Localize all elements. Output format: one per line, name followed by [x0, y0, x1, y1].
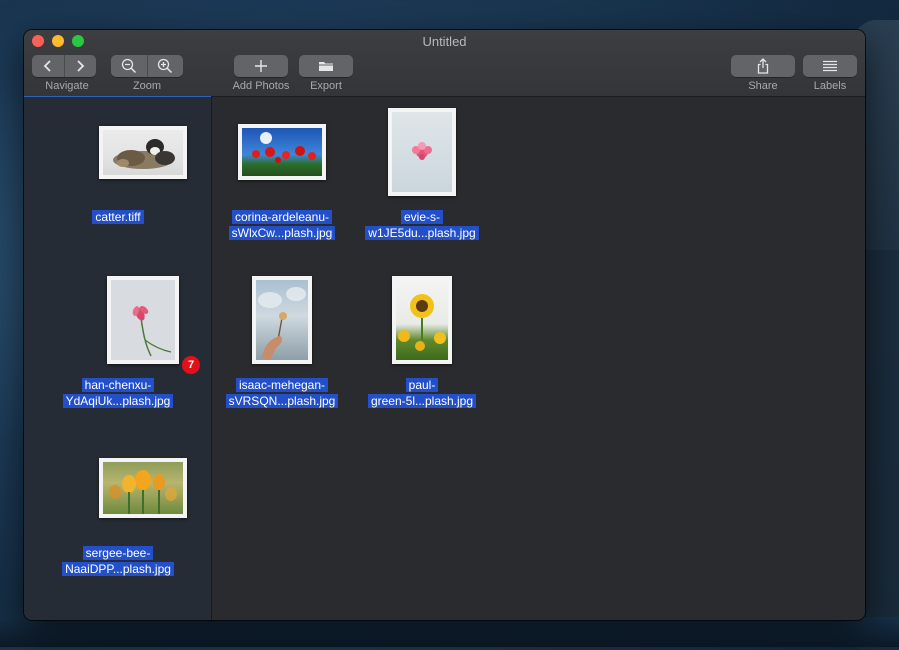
add-photos-label: Add Photos	[232, 80, 290, 92]
thumbnail[interactable]	[99, 126, 187, 179]
red-poppies-sky-photo	[242, 128, 322, 176]
navigate-control	[32, 55, 96, 77]
chevron-left-icon	[43, 60, 51, 72]
caption-text-line1: han-chenxu-	[81, 378, 155, 392]
caption-text-line2: sWlxCw...plash.jpg	[228, 226, 336, 240]
caption-text-line2: YdAqiUk...plash.jpg	[62, 394, 174, 408]
list-icon	[823, 60, 837, 72]
folder-icon	[319, 62, 333, 71]
forward-button[interactable]	[63, 55, 97, 77]
thumbnail[interactable]	[238, 124, 326, 180]
zoom-in-icon	[158, 58, 173, 74]
sidebar-item-han-chenxu[interactable]: 7 han-chenxu- YdAqiUk...plash.jpg	[24, 257, 211, 427]
add-photos-button[interactable]	[234, 55, 288, 77]
caption-text-line1: corina-ardeleanu-	[231, 210, 333, 224]
zoom-out-icon	[121, 58, 136, 74]
hand-holding-flower-photo	[256, 280, 308, 360]
thumbnail[interactable]	[252, 276, 312, 364]
cats-photo	[103, 130, 183, 175]
export-label: Export	[310, 80, 342, 92]
item-caption: isaac-mehegan- sVRSQN...plash.jpg	[202, 377, 362, 409]
share-label: Share	[748, 80, 778, 92]
labels-button[interactable]	[803, 55, 857, 77]
item-caption: evie-s- w1JE5du...plash.jpg	[342, 209, 502, 241]
navigate-label: Navigate	[45, 80, 89, 92]
caption-text-line1: paul-	[405, 378, 439, 392]
caption-text-line1: evie-s-	[400, 210, 443, 224]
orange-tulips-photo	[103, 462, 183, 514]
window-title: Untitled	[422, 34, 467, 49]
chevron-right-icon	[77, 60, 85, 72]
sidebar: catter.tiff 7 han-chenxu- YdAqiUk...plas…	[24, 97, 212, 620]
zoom-control	[111, 55, 183, 77]
item-caption: corina-ardeleanu- sWlxCw...plash.jpg	[202, 209, 362, 241]
caption-text-line2: w1JE5du...plash.jpg	[365, 226, 479, 240]
thumbnail[interactable]	[392, 276, 452, 364]
zoom-label: Zoom	[132, 80, 162, 92]
app-window: Untitled Navigate Zoom Add Photos Export…	[24, 30, 865, 620]
plus-icon	[255, 60, 267, 72]
share-button[interactable]	[731, 55, 795, 77]
caption-text: catter.tiff	[92, 210, 144, 224]
thumbnail[interactable]	[388, 108, 456, 196]
sidebar-item-catter[interactable]: catter.tiff	[24, 97, 211, 257]
thumbnail[interactable]	[107, 276, 179, 364]
pink-flower-sky-photo	[392, 112, 452, 192]
grid-item-corina-ardeleanu[interactable]: corina-ardeleanu- sWlxCw...plash.jpg	[212, 97, 352, 257]
caption-text-line2: sVRSQN...plash.jpg	[225, 394, 339, 408]
item-caption: catter.tiff	[38, 209, 198, 225]
export-button[interactable]	[299, 55, 353, 77]
item-caption: han-chenxu- YdAqiUk...plash.jpg	[38, 377, 198, 409]
back-button[interactable]	[32, 55, 64, 77]
pink-flower-stem-photo	[111, 280, 175, 360]
toolbar: Untitled Navigate Zoom Add Photos Export…	[24, 30, 865, 97]
sidebar-item-sergee-bee[interactable]: sergee-bee- NaaiDPP...plash.jpg	[24, 427, 211, 597]
sunflowers-photo	[396, 280, 448, 360]
share-icon	[757, 58, 769, 74]
grid-item-paul-green[interactable]: paul- green-5l...plash.jpg	[352, 267, 492, 437]
thumbnail[interactable]	[99, 458, 187, 518]
zoom-out-button[interactable]	[111, 55, 147, 77]
caption-text-line1: sergee-bee-	[82, 546, 154, 560]
item-caption: sergee-bee- NaaiDPP...plash.jpg	[38, 545, 198, 577]
grid-item-evie-s[interactable]: evie-s- w1JE5du...plash.jpg	[352, 97, 492, 257]
zoom-in-button[interactable]	[146, 55, 184, 77]
wallpaper-water	[0, 617, 899, 647]
photo-grid: corina-ardeleanu- sWlxCw...plash.jpg evi…	[212, 97, 865, 620]
item-caption: paul- green-5l...plash.jpg	[342, 377, 502, 409]
label-count-badge: 7	[182, 356, 200, 374]
caption-text-line2: green-5l...plash.jpg	[367, 394, 477, 408]
caption-text-line2: NaaiDPP...plash.jpg	[62, 562, 174, 576]
caption-text-line1: isaac-mehegan-	[235, 378, 329, 392]
grid-item-isaac-mehegan[interactable]: isaac-mehegan- sVRSQN...plash.jpg	[212, 267, 352, 437]
labels-label: Labels	[813, 80, 847, 92]
